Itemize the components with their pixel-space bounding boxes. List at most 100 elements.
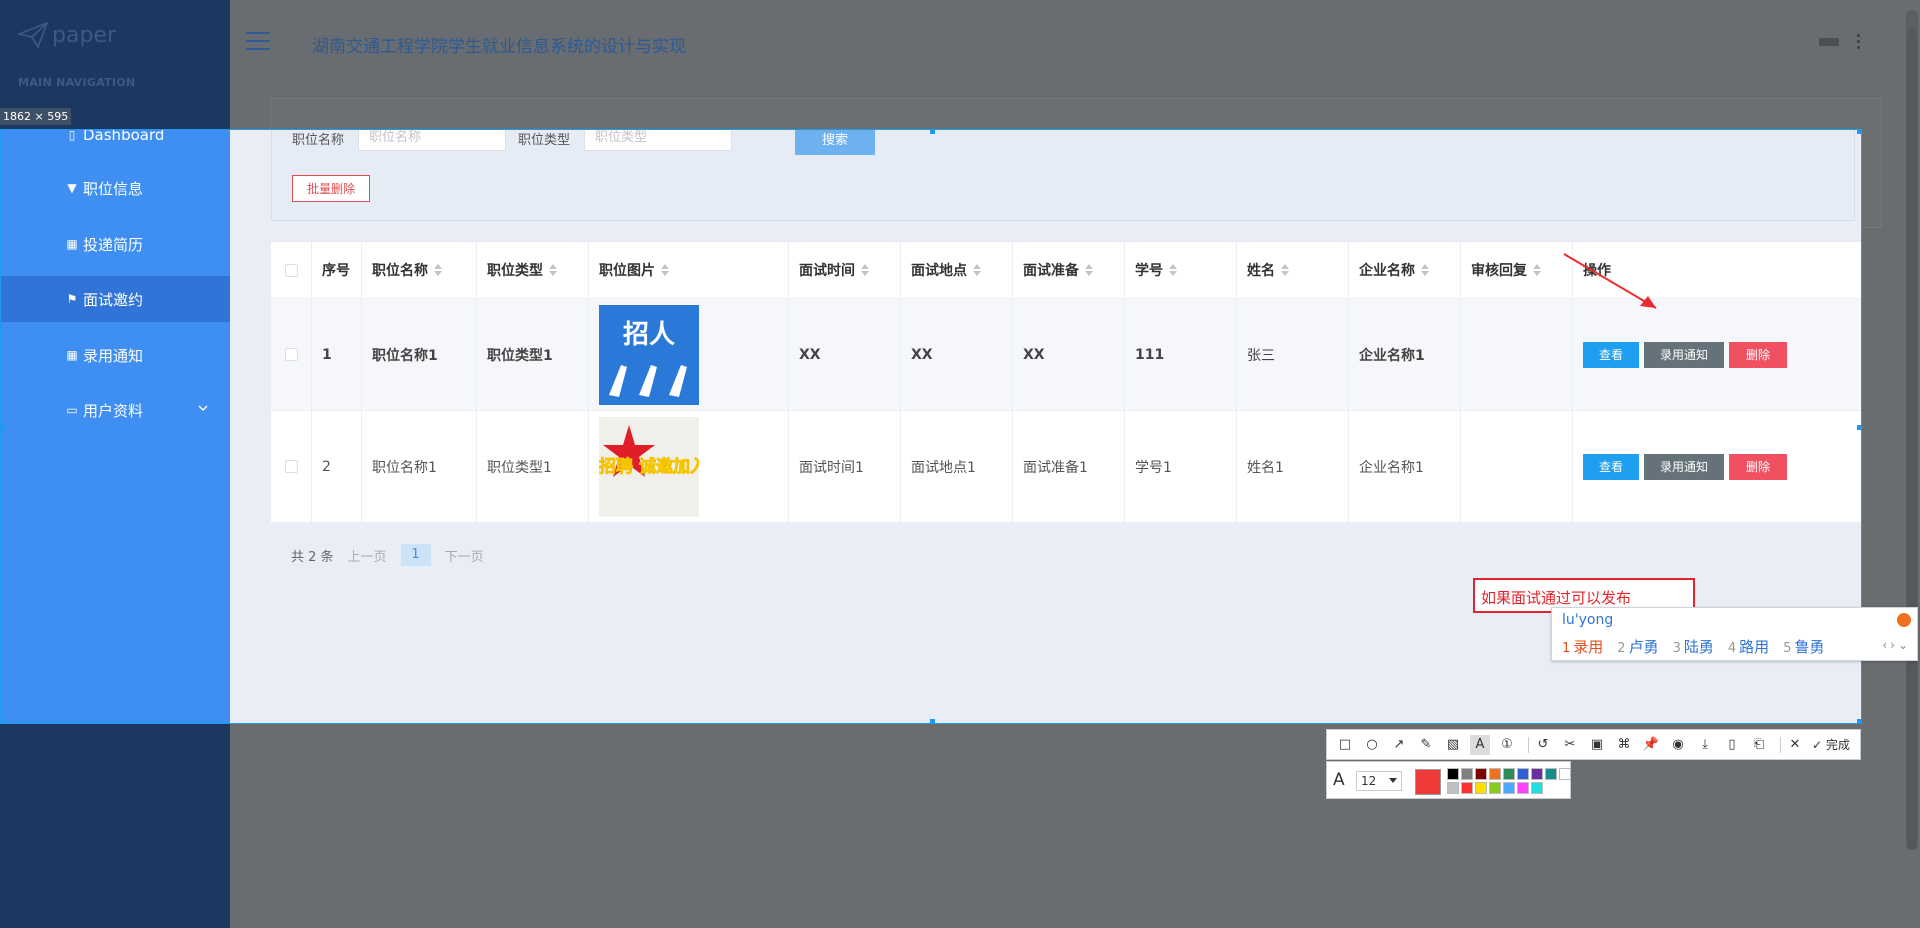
view-button[interactable]: 查看: [1583, 453, 1639, 480]
number-tool-icon[interactable]: ①: [1497, 735, 1517, 755]
delete-button[interactable]: 删除: [1729, 453, 1787, 480]
pager-prev-button[interactable]: 上一页: [348, 546, 387, 565]
resize-handle-bottom-right[interactable]: [1857, 719, 1861, 723]
sort-icon[interactable]: [661, 264, 669, 276]
chevron-down-icon[interactable]: [198, 403, 208, 413]
col-job-name[interactable]: 职位名称: [362, 242, 477, 298]
col-job-image[interactable]: 职位图片: [589, 242, 789, 298]
sidebar-item-user-profile[interactable]: ▭ 用户资料: [1, 387, 230, 433]
col-interview-prep[interactable]: 面试准备: [1013, 242, 1125, 298]
resize-handle-bottom[interactable]: [930, 719, 935, 723]
more-menu-icon[interactable]: [1857, 34, 1860, 49]
translate-icon[interactable]: ⌘: [1614, 735, 1634, 755]
sort-icon[interactable]: [1281, 264, 1289, 276]
color-swatch[interactable]: [1503, 782, 1515, 794]
ime-candidate-3[interactable]: 3 陆勇: [1673, 636, 1714, 657]
ime-candidate-5[interactable]: 5 鲁勇: [1783, 636, 1824, 657]
job-name-input[interactable]: [358, 130, 506, 151]
resize-handle-left[interactable]: [1, 425, 5, 430]
page-scrollbar-thumb[interactable]: [1907, 30, 1917, 850]
ellipse-tool-icon[interactable]: ○: [1362, 735, 1382, 755]
sidebar-item-dashboard[interactable]: ▯ Dashboard: [1, 130, 230, 158]
close-icon[interactable]: ✕: [1785, 735, 1805, 755]
job-image-recruit[interactable]: 招人: [599, 304, 699, 405]
ime-page-nav-icon[interactable]: ‹›⌄: [1882, 638, 1911, 652]
color-swatch[interactable]: [1517, 768, 1529, 780]
offer-notice-button[interactable]: 录用通知: [1644, 341, 1724, 368]
col-job-type[interactable]: 职位类型: [477, 242, 589, 298]
hamburger-menu-icon[interactable]: [246, 32, 270, 50]
select-all-checkbox[interactable]: [284, 263, 298, 277]
pager-next-button[interactable]: 下一页: [445, 546, 484, 565]
batch-delete-button[interactable]: 批量删除: [292, 175, 370, 202]
done-button[interactable]: ✓ 完成: [1812, 736, 1850, 753]
select-all-cell[interactable]: [271, 242, 312, 298]
offer-notice-button[interactable]: 录用通知: [1644, 453, 1724, 480]
col-interview-time[interactable]: 面试时间: [789, 242, 901, 298]
row-select-cell[interactable]: [271, 299, 312, 410]
rectangle-tool-icon[interactable]: □: [1335, 735, 1355, 755]
ime-candidate-window[interactable]: lu'yong 1 录用 2 卢勇 3 陆勇 4 路用 5 鲁勇 ‹›⌄: [1551, 607, 1918, 661]
crop-icon[interactable]: ✂: [1560, 735, 1580, 755]
current-color-swatch[interactable]: [1415, 769, 1441, 795]
col-enterprise[interactable]: 企业名称: [1349, 242, 1461, 298]
sort-icon[interactable]: [861, 264, 869, 276]
sort-icon[interactable]: [434, 264, 442, 276]
download-icon[interactable]: ⤓: [1695, 735, 1715, 755]
col-student-name[interactable]: 姓名: [1237, 242, 1349, 298]
annotation-text[interactable]: 如果面试通过可以发布: [1481, 587, 1631, 608]
sort-icon[interactable]: [1533, 264, 1541, 276]
bookmark-icon[interactable]: ⎗: [1749, 735, 1769, 755]
color-swatch[interactable]: [1447, 768, 1459, 780]
col-review-reply[interactable]: 审核回复: [1461, 242, 1573, 298]
color-swatch[interactable]: [1461, 768, 1473, 780]
resize-handle-top[interactable]: [930, 130, 935, 134]
delete-button[interactable]: 删除: [1729, 341, 1787, 368]
color-swatch[interactable]: [1503, 768, 1515, 780]
row-checkbox[interactable]: [284, 460, 298, 473]
col-student-no[interactable]: 学号: [1125, 242, 1237, 298]
color-swatch[interactable]: [1475, 782, 1487, 794]
color-swatch[interactable]: [1559, 768, 1571, 780]
pager-current-page[interactable]: 1: [400, 544, 431, 566]
sort-icon[interactable]: [1169, 264, 1177, 276]
color-swatch[interactable]: [1489, 782, 1501, 794]
resize-handle-top-right[interactable]: [1857, 130, 1861, 134]
sidebar-item-interview-invites[interactable]: ⚑ 面试邀约: [1, 276, 267, 322]
row-checkbox[interactable]: [284, 348, 298, 361]
sidebar-item-job-info[interactable]: ▼ 职位信息: [1, 165, 230, 211]
font-size-select[interactable]: 12: [1356, 771, 1402, 791]
color-swatch[interactable]: [1545, 768, 1557, 780]
resize-handle-bottom-left[interactable]: [1, 719, 5, 723]
sort-icon[interactable]: [1421, 264, 1429, 276]
sidebar-item-offer-notices[interactable]: ▦ 录用通知: [1, 332, 230, 378]
sort-icon[interactable]: [973, 264, 981, 276]
ime-candidate-2[interactable]: 2 卢勇: [1617, 636, 1658, 657]
search-button[interactable]: 搜索: [795, 130, 875, 155]
pin-icon[interactable]: 📌: [1641, 735, 1661, 755]
color-swatch[interactable]: [1447, 782, 1459, 794]
sort-icon[interactable]: [1085, 264, 1093, 276]
color-swatch[interactable]: [1461, 782, 1473, 794]
record-icon[interactable]: ◉: [1668, 735, 1688, 755]
sort-icon[interactable]: [549, 264, 557, 276]
color-swatch[interactable]: [1517, 782, 1529, 794]
color-swatch[interactable]: [1531, 768, 1543, 780]
undo-icon[interactable]: ↺: [1533, 735, 1553, 755]
ime-candidate-4[interactable]: 4 路用: [1728, 636, 1769, 657]
color-swatch[interactable]: [1489, 768, 1501, 780]
row-select-cell[interactable]: [271, 411, 312, 522]
arrow-tool-icon[interactable]: ↗: [1389, 735, 1409, 755]
job-type-input[interactable]: [584, 130, 732, 151]
mosaic-tool-icon[interactable]: ▧: [1443, 735, 1463, 755]
profile-icon[interactable]: [1818, 35, 1840, 49]
phone-icon[interactable]: ▯: [1722, 735, 1742, 755]
job-image-hiring[interactable]: 招聘 诚邀加入: [599, 416, 699, 517]
color-swatch[interactable]: [1531, 782, 1543, 794]
sidebar-item-resumes[interactable]: ▦ 投递简历: [1, 221, 230, 267]
pen-tool-icon[interactable]: ✎: [1416, 735, 1436, 755]
ocr-icon[interactable]: ▣: [1587, 735, 1607, 755]
col-interview-place[interactable]: 面试地点: [901, 242, 1013, 298]
text-tool-icon[interactable]: A: [1470, 734, 1490, 755]
view-button[interactable]: 查看: [1583, 341, 1639, 368]
